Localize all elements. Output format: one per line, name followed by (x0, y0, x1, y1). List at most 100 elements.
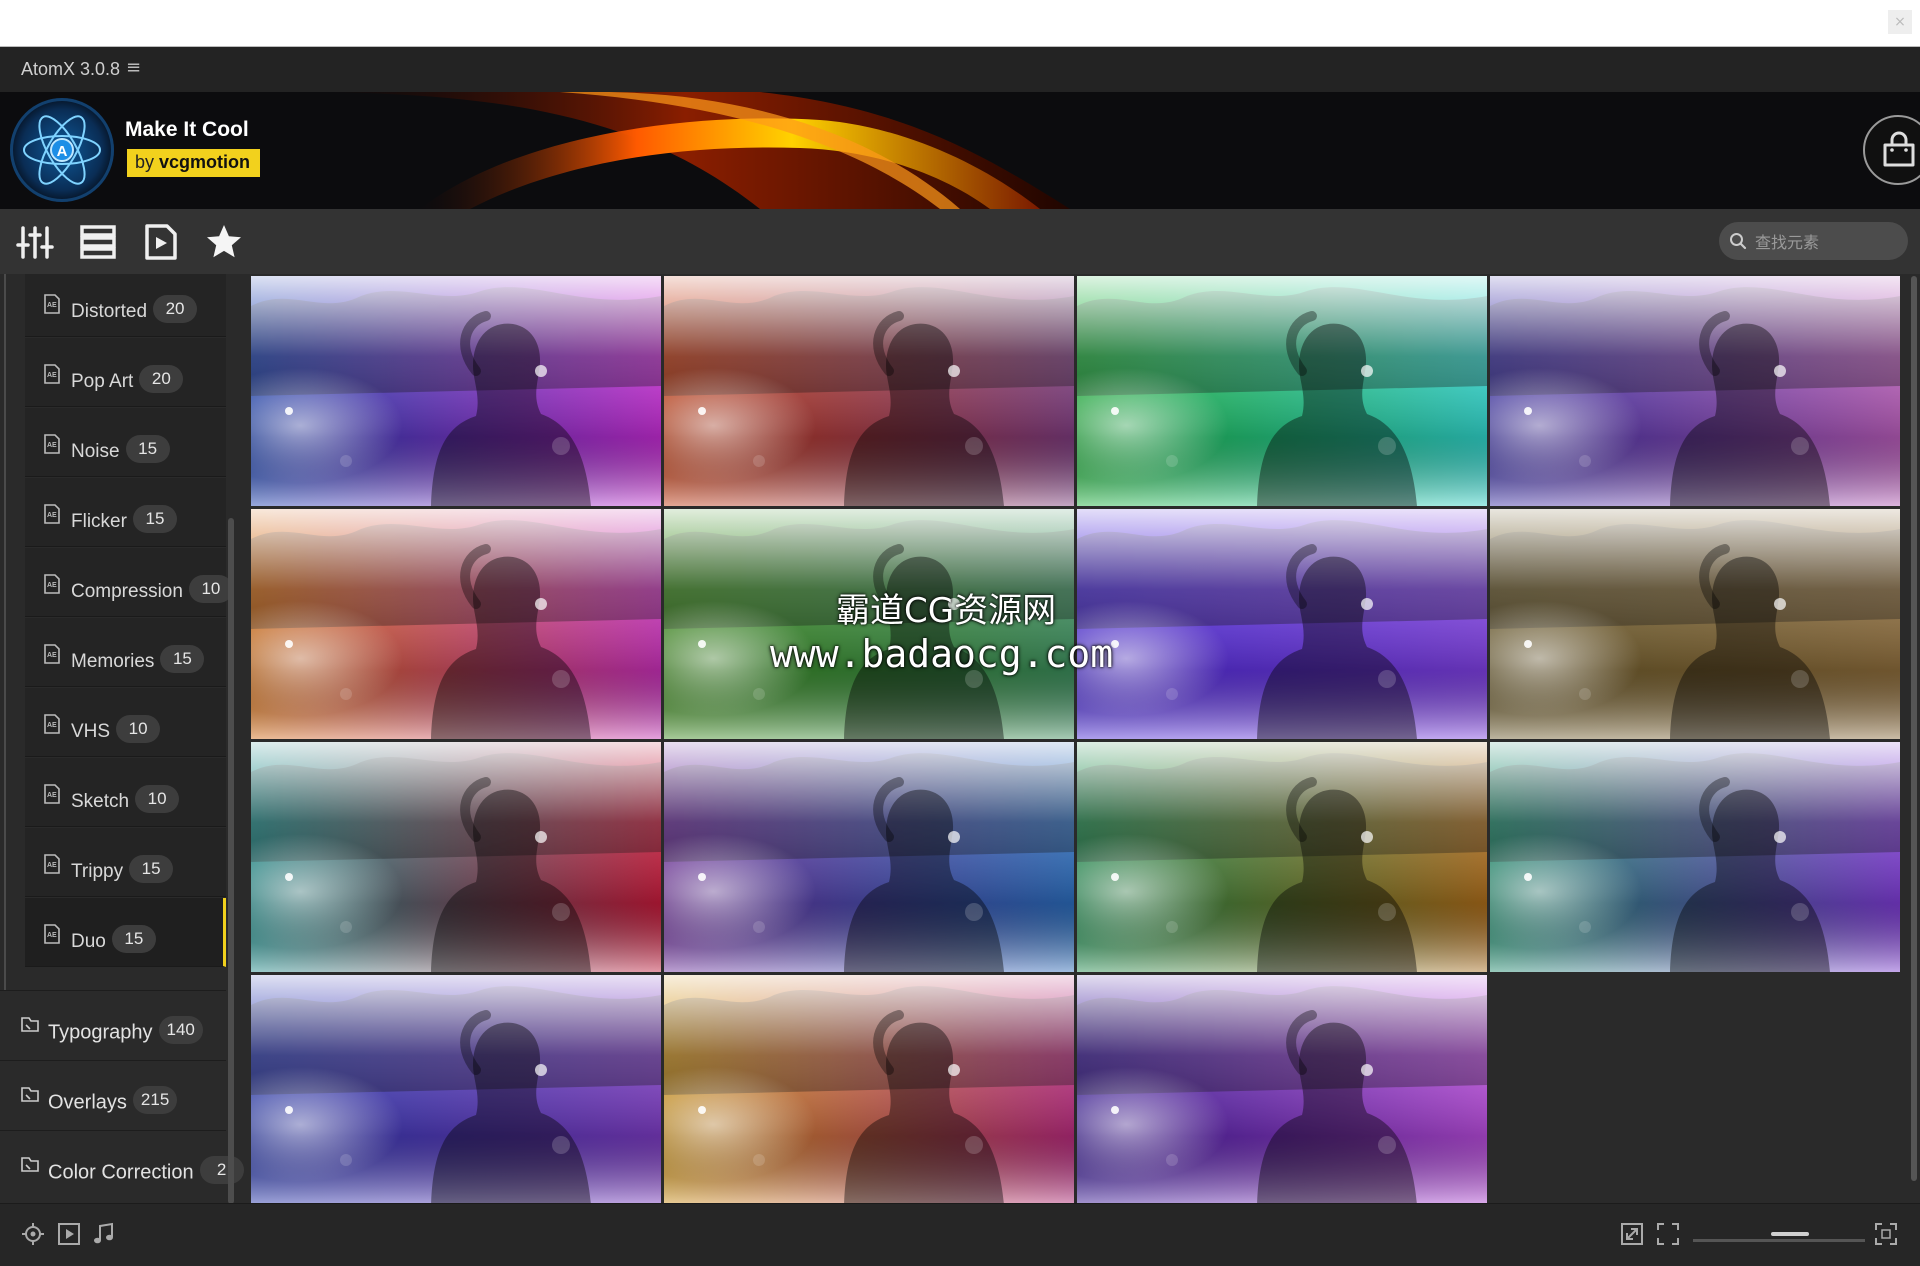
folder-icon (21, 1087, 39, 1102)
sidebar-item-noise[interactable]: AE Noise 15 (25, 408, 226, 477)
svg-text:A: A (57, 143, 68, 160)
ae-file-icon: AE (44, 364, 60, 384)
sidebar-item-compression[interactable]: AE Compression 10 (25, 548, 233, 617)
count-badge: 2 (199, 1156, 244, 1184)
preset-thumbnail[interactable] (1077, 509, 1487, 739)
sidebar-item-label: Compression 10 (71, 575, 233, 606)
author-name: vcgmotion (159, 152, 251, 172)
svg-text:AE: AE (47, 302, 57, 309)
author-badge[interactable]: by vcgmotion (127, 149, 261, 177)
count-badge: 20 (153, 295, 198, 323)
sidebar-item-distorted[interactable]: AE Distorted 20 (25, 274, 226, 337)
atomx-logo-icon: A (10, 98, 114, 202)
list-icon[interactable] (79, 223, 117, 261)
sidebar-item-label: Duo 15 (71, 925, 156, 956)
category-sidebar: AE Distorted 20 AE Pop Art 20 AE Noise 15 AE Flick… (0, 274, 246, 1203)
title-bar: AtomX 3.0.8 ≡ (0, 47, 1920, 93)
author-prefix: by (135, 152, 155, 172)
folder-icon (21, 1157, 39, 1172)
app-title: AtomX 3.0.8 (21, 59, 121, 79)
sidebar-item-label: Memories 15 (71, 645, 205, 676)
search-icon (1730, 233, 1747, 250)
grid-scrollbar[interactable] (1911, 276, 1917, 1181)
count-badge: 10 (188, 575, 233, 603)
count-badge: 10 (116, 715, 161, 743)
svg-text:AE: AE (47, 862, 57, 869)
media-icon[interactable] (57, 1222, 81, 1246)
os-top-strip: × (0, 0, 1920, 47)
zoom-slider-thumb[interactable] (1771, 1232, 1809, 1236)
svg-text:AE: AE (47, 512, 57, 519)
target-icon[interactable] (21, 1222, 45, 1246)
sidebar-item-trippy[interactable]: AE Trippy 15 (25, 828, 226, 897)
category-label: Overlays 215 (48, 1086, 178, 1117)
sidebar-item-label: Distorted 20 (71, 295, 198, 326)
preset-thumbnail[interactable] (1490, 742, 1900, 972)
category-typography[interactable]: Typography 140 (0, 990, 226, 1060)
zoom-slider[interactable] (1693, 1239, 1865, 1242)
sidebar-item-duo[interactable]: AE Duo 15 (25, 898, 226, 967)
preset-thumbnail[interactable] (664, 276, 1074, 506)
category-label: Typography 140 (48, 1016, 203, 1047)
ae-file-icon: AE (44, 434, 60, 454)
ae-file-icon: AE (44, 574, 60, 594)
preset-thumbnail[interactable] (251, 742, 661, 972)
count-badge: 15 (132, 505, 177, 533)
count-badge: 215 (132, 1086, 178, 1114)
ae-file-icon: AE (44, 644, 60, 664)
svg-text:AE: AE (47, 582, 57, 589)
count-badge: 140 (158, 1016, 203, 1044)
toolbar (0, 209, 1920, 274)
close-icon[interactable]: × (1888, 10, 1912, 34)
ae-file-icon: AE (44, 504, 60, 524)
svg-text:AE: AE (47, 652, 57, 659)
expand-icon[interactable] (1656, 1222, 1680, 1246)
music-icon[interactable] (92, 1222, 116, 1246)
svg-text:AE: AE (47, 792, 57, 799)
sidebar-scrollbar[interactable] (228, 518, 234, 1203)
video-icon[interactable] (142, 223, 180, 261)
preset-thumbnail[interactable] (1077, 975, 1487, 1203)
svg-text:AE: AE (47, 722, 57, 729)
sidebar-item-flicker[interactable]: AE Flicker 15 (25, 478, 226, 547)
sidebar-item-memories[interactable]: AE Memories 15 (25, 618, 226, 687)
preset-thumbnail[interactable] (664, 742, 1074, 972)
folder-icon (21, 1017, 39, 1032)
ae-file-icon: AE (44, 784, 60, 804)
shopping-bag-icon (1883, 131, 1915, 167)
sidebar-item-label: Flicker 15 (71, 505, 177, 536)
bottom-bar (0, 1203, 1920, 1266)
category-color-correction[interactable]: Color Correction 2 (0, 1130, 244, 1200)
preset-thumbnail[interactable] (1077, 276, 1487, 506)
preset-thumbnail[interactable] (251, 276, 661, 506)
sidebar-item-vhs[interactable]: AE VHS 10 (25, 688, 226, 757)
count-badge: 15 (129, 855, 174, 883)
pack-banner: A Make It Cool by vcgmotion (0, 92, 1920, 209)
category-overlays[interactable]: Overlays 215 (0, 1060, 226, 1130)
menu-icon[interactable]: ≡ (126, 57, 141, 78)
fit-icon[interactable] (1620, 1222, 1644, 1246)
star-icon[interactable] (205, 223, 243, 261)
fullscreen-icon[interactable] (1874, 1222, 1898, 1246)
pack-title: Make It Cool (125, 118, 249, 141)
preset-thumbnail[interactable] (1490, 509, 1900, 739)
preset-thumbnail[interactable] (251, 975, 661, 1203)
banner-swoosh-art (300, 92, 1070, 209)
ae-file-icon: AE (44, 294, 60, 314)
sidebar-item-sketch[interactable]: AE Sketch 10 (25, 758, 226, 827)
sidebar-item-pop-art[interactable]: AE Pop Art 20 (25, 338, 226, 407)
sliders-icon[interactable] (16, 223, 54, 261)
preset-thumbnail[interactable] (1490, 276, 1900, 506)
search-input[interactable] (1753, 222, 1902, 262)
ae-file-icon: AE (44, 714, 60, 734)
preset-thumbnail[interactable] (664, 975, 1074, 1203)
preset-thumbnail[interactable] (1077, 742, 1487, 972)
svg-text:AE: AE (47, 442, 57, 449)
sidebar-item-label: Pop Art 20 (71, 365, 184, 396)
watermark-url: www.badaocg.com (770, 632, 1114, 676)
search-box[interactable] (1719, 222, 1908, 262)
count-badge: 15 (160, 645, 205, 673)
preset-thumbnail[interactable] (251, 509, 661, 739)
sidebar-item-label: Sketch 10 (71, 785, 180, 816)
count-badge: 15 (125, 435, 170, 463)
